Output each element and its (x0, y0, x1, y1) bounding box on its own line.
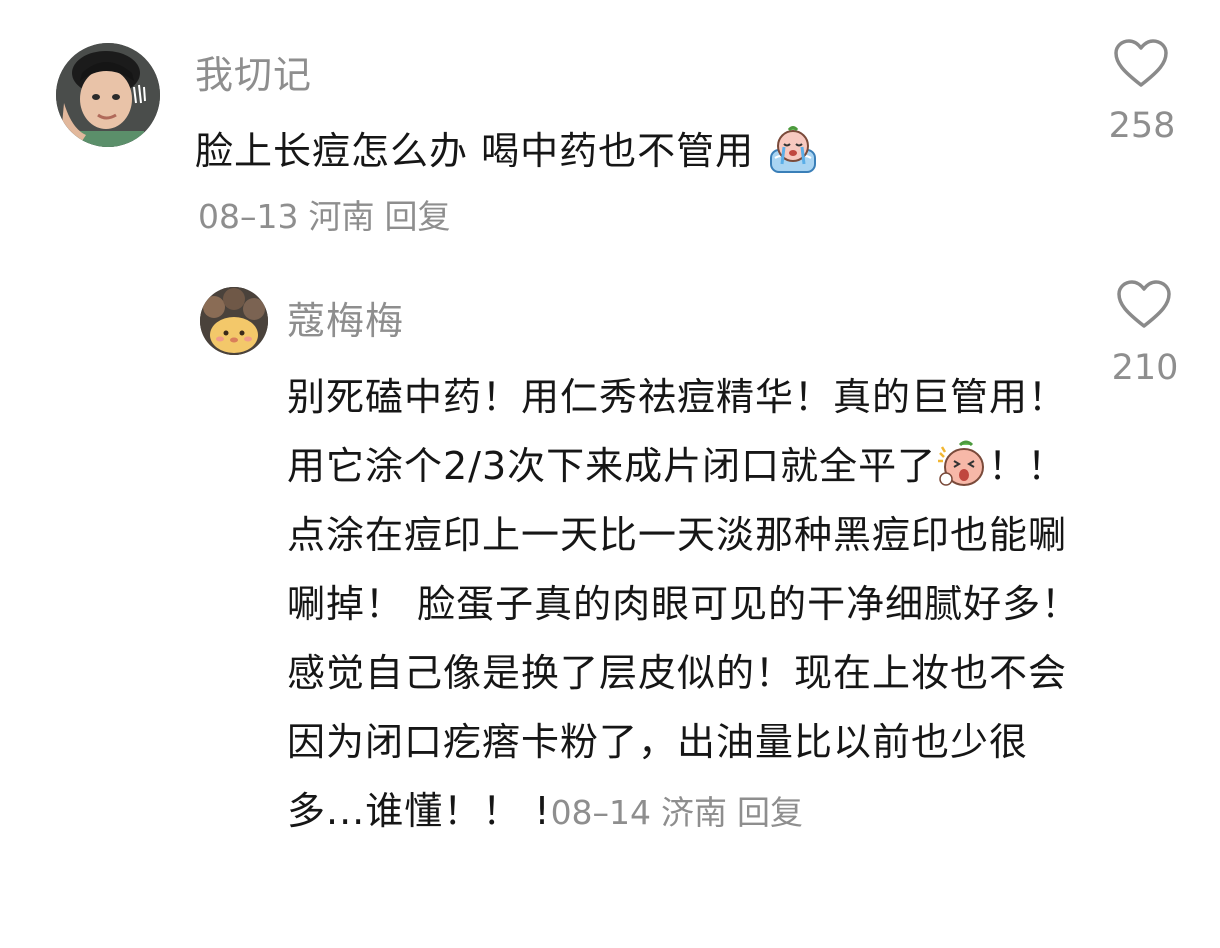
comment-username[interactable]: 我切记 (195, 44, 312, 99)
reply-button[interactable]: 回复 (737, 793, 803, 832)
user-avatar[interactable] (56, 43, 160, 147)
excited-sticker-icon (938, 440, 985, 486)
comment-body: 脸上长痘怎么办 喝中药也不管用 (195, 129, 755, 173)
user-avatar[interactable] (200, 287, 268, 355)
comment-date: 08–13 (198, 197, 299, 236)
comment-meta: 08–13 河南 回复 (198, 190, 450, 238)
comment-location: 河南 (308, 197, 375, 236)
like-count: 210 (1111, 348, 1179, 388)
heart-icon[interactable] (1113, 39, 1169, 89)
heart-icon[interactable] (1116, 280, 1172, 330)
comment-body-part-2: ！！ 点涂在痘印上一天比一天淡那种黑痘印也能唰唰掉！ 脸蛋子真的肉眼可见的干净细… (287, 444, 1081, 833)
comment-meta: 08–14 济南 回复 (551, 793, 803, 832)
comment-text: 脸上长痘怎么办 喝中药也不管用 (195, 120, 819, 180)
like-count: 258 (1108, 106, 1176, 146)
comment-date: 08–14 (550, 793, 652, 832)
comment-username[interactable]: 蔻梅梅 (287, 290, 404, 345)
comment-location: 济南 (661, 793, 728, 832)
reply-button[interactable]: 回复 (384, 197, 450, 236)
crying-sticker-icon (770, 125, 817, 173)
comment-text: 别死磕中药！用仁秀祛痘精华！真的巨管用！用它涂个2/3次下来成片闭口就全平了 ！… (287, 363, 1087, 847)
